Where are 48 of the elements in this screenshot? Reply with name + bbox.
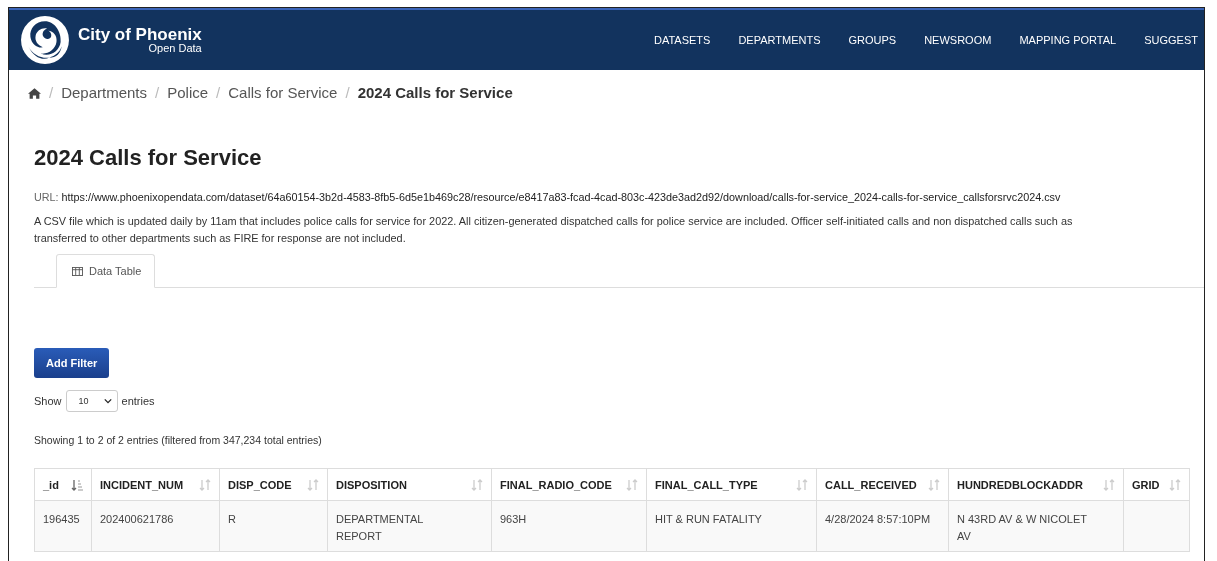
table-icon [72, 266, 83, 276]
home-icon[interactable] [28, 86, 41, 99]
add-filter-button[interactable]: Add Filter [34, 348, 110, 378]
table-cell-text: DEPARTMENTAL REPORT [336, 512, 424, 544]
breadcrumb-separator: / [155, 84, 160, 101]
entries-label: entries [121, 395, 155, 407]
nav-link[interactable]: MAPPING PORTAL [1019, 34, 1117, 46]
chevron-down-icon [103, 398, 112, 404]
bird-logo-icon[interactable] [20, 15, 70, 65]
column-header[interactable]: HUNDREDBLOCKADDR [948, 468, 1124, 501]
breadcrumb-link[interactable]: Departments [61, 84, 148, 101]
table-cell-text: 4/28/2024 8:57:10PM [825, 512, 931, 527]
nav-link[interactable]: GROUPS [848, 34, 897, 46]
column-header[interactable]: _id [34, 468, 92, 501]
table-cell-text: R [228, 512, 236, 527]
nav-link[interactable]: DEPARTMENTS [738, 34, 821, 46]
table-info-text: Showing 1 to 2 of 2 entries (filtered from 347,234 total entries) [34, 434, 323, 446]
entries-select[interactable]: 10 [65, 390, 118, 412]
url-label: URL: [34, 191, 59, 203]
column-header[interactable]: GRID [1123, 468, 1190, 501]
column-header[interactable]: DISPOSITION [327, 468, 492, 501]
column-header[interactable]: CALL_RECEIVED [816, 468, 949, 501]
table-cell-text: HIT & RUN FATALITY [655, 512, 762, 527]
breadcrumb-separator: / [49, 84, 54, 101]
tab[interactable]: Data Table [56, 254, 156, 288]
description-text: A CSV file which is updated daily by 11am that includes police calls for service for 2022. All citizen-generated dispatched calls for police service are included. Officer self-initiated calls and non dispatched calls such as [34, 214, 1074, 229]
description-text: transferred to other departments such as FIRE for response are not included. [34, 231, 407, 246]
breadcrumb-link[interactable]: Police [167, 84, 209, 101]
site-subtitle: Open Data [148, 43, 202, 54]
nav-link[interactable]: NEWSROOM [924, 34, 992, 46]
url-link[interactable]: https://www.phoenixopendata.com/dataset/64a60154-3b2d-4583-8fb5-6d5e1b469c28/resource/e8417a83-fcad-4cad-803c-423de3ad2d92/download/calls-for-service_2024-calls-for-service_callsforsrvc2024.csv [61, 191, 1061, 203]
column-header[interactable]: DISP_CODE [219, 468, 328, 501]
table-cell-text: N 43RD AV & W NICOLET AV [957, 512, 1087, 544]
column-header[interactable]: FINAL_RADIO_CODE [491, 468, 647, 501]
breadcrumb-separator: / [216, 84, 221, 101]
column-header[interactable]: FINAL_CALL_TYPE [646, 468, 817, 501]
site-name[interactable]: City of Phoenix [78, 26, 202, 43]
nav-link[interactable]: SUGGEST [1144, 34, 1198, 46]
page-title: 2024 Calls for Service [34, 145, 263, 171]
breadcrumb-link[interactable]: Calls for Service [228, 84, 338, 101]
table-cell-text: 196435 [43, 512, 80, 527]
table-cell-text: 963H [500, 512, 527, 527]
table-cell-text: 202400621786 [100, 512, 174, 527]
nav-link[interactable]: DATASETS [653, 34, 711, 46]
column-header[interactable]: INCIDENT_NUM [91, 468, 220, 501]
breadcrumb-separator: / [345, 84, 350, 101]
show-label: Show [34, 395, 62, 407]
breadcrumb-current: 2024 Calls for Service [357, 84, 513, 101]
